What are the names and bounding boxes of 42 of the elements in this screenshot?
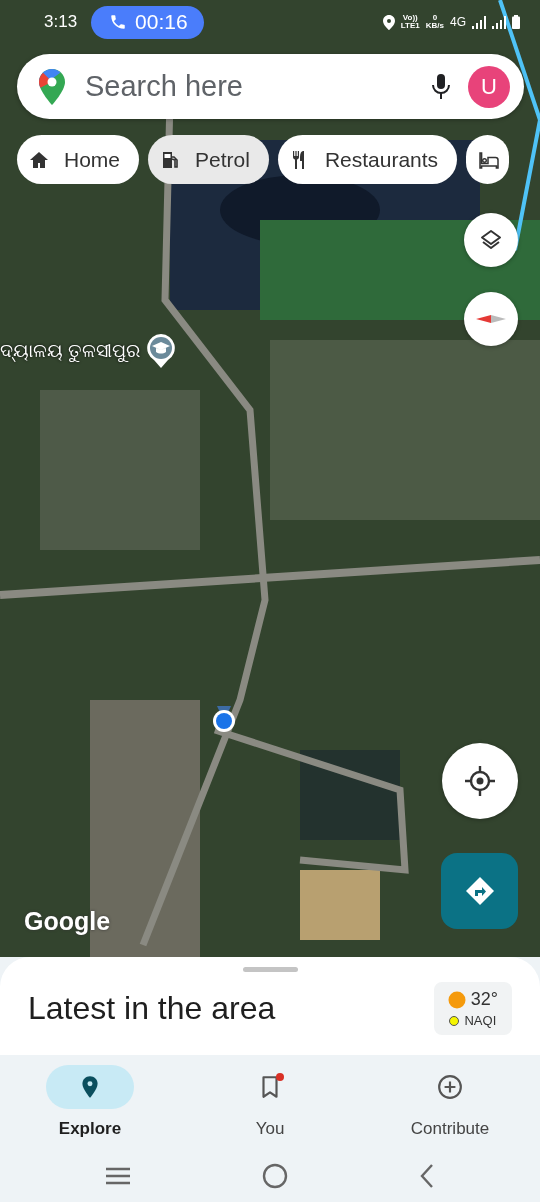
home-circle-icon[interactable] [262, 1163, 288, 1189]
nav-tab[interactable]: You [190, 1065, 350, 1151]
google-attribution: Google [24, 907, 111, 936]
map-place-label[interactable]: ଦ୍ୟାଳୟ ତୁଳସୀପୁର [0, 340, 141, 362]
nav-tab[interactable]: Contribute [370, 1065, 530, 1151]
category-chip[interactable]: Petrol [148, 135, 269, 184]
compass-icon [476, 312, 506, 326]
air-quality-label: NAQI [464, 1013, 497, 1028]
volte-label: Vo)) [402, 14, 418, 22]
weather-card[interactable]: 32° NAQI [433, 982, 512, 1035]
speed-unit: KB/s [425, 22, 444, 30]
network-type: 4G [450, 15, 466, 29]
menu-icon[interactable] [105, 1166, 132, 1186]
directions-icon [464, 876, 495, 906]
layers-icon [479, 228, 503, 252]
crosshair-icon [465, 766, 495, 796]
category-chip[interactable]: Restaurants [277, 135, 458, 184]
sheet-title: Latest in the area [28, 990, 276, 1027]
directions-button[interactable] [441, 853, 518, 929]
battery-icon [512, 15, 520, 29]
signal-icon [492, 15, 506, 29]
account-avatar[interactable]: U [468, 65, 510, 108]
speed-value: 0 [432, 14, 438, 22]
category-chip[interactable]: Home [17, 135, 140, 184]
phone-icon [109, 13, 128, 31]
clock-time: 3:13 [44, 12, 78, 32]
back-icon[interactable] [418, 1163, 435, 1189]
location-pin-icon [382, 14, 395, 30]
add-circle-icon [437, 1074, 463, 1100]
nav-tab[interactable]: Explore [10, 1065, 170, 1151]
microphone-icon[interactable] [432, 73, 450, 100]
signal-icon [472, 15, 486, 29]
lte-label: LTE1 [400, 22, 420, 30]
bed-icon [479, 150, 500, 169]
school-pin-icon [146, 334, 177, 368]
map-pin-logo-icon [39, 68, 65, 105]
drag-handle[interactable] [242, 967, 298, 972]
call-timer-pill[interactable]: 00:16 [91, 5, 204, 39]
home-icon [30, 150, 50, 169]
temperature: 32° [470, 989, 498, 1010]
sun-icon [447, 990, 466, 1009]
search-field[interactable]: Search here U [17, 54, 524, 119]
